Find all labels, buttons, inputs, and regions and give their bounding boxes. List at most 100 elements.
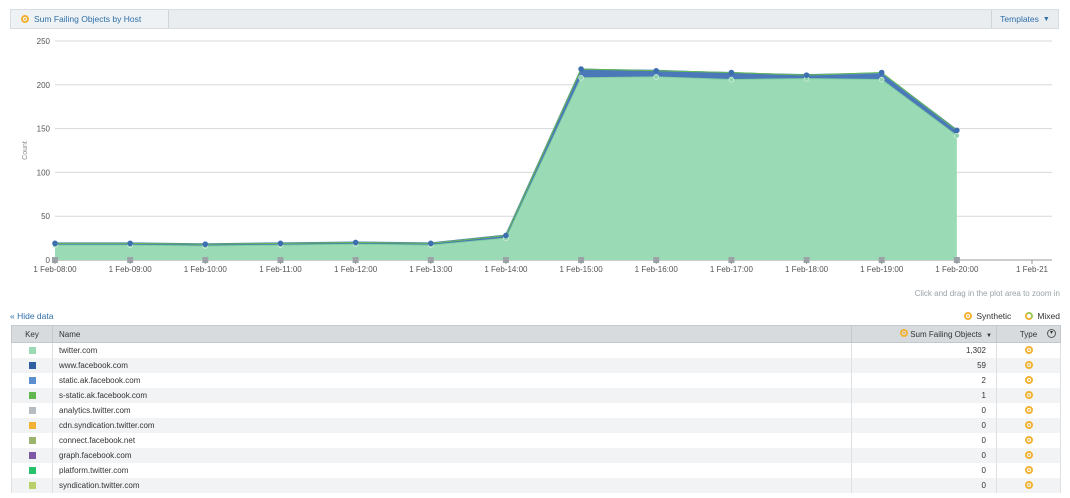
data-point[interactable]: [653, 74, 659, 80]
synthetic-icon: [1024, 360, 1033, 369]
x-tick-label: 1 Feb-13:00: [409, 265, 453, 274]
type-cell: [996, 448, 1061, 463]
sum-value-cell: 1,302: [851, 342, 997, 358]
table-row[interactable]: s-static.ak.facebook.com 1: [11, 388, 1061, 403]
synthetic-icon: [964, 312, 973, 320]
y-tick-label: 150: [37, 125, 51, 134]
type-cell: [996, 463, 1061, 478]
synthetic-icon: [1024, 435, 1033, 444]
data-point[interactable]: [954, 132, 960, 139]
name-column-header[interactable]: Name: [52, 325, 852, 343]
type-cell: [996, 478, 1061, 493]
sum-column-label: Sum Failing Objects: [910, 330, 982, 339]
series-color-swatch[interactable]: [28, 362, 36, 370]
key-cell: [11, 403, 53, 418]
key-cell: [11, 433, 53, 448]
table-row[interactable]: connect.facebook.net 0: [11, 433, 1061, 448]
series-color-swatch[interactable]: [28, 392, 36, 400]
type-cell: [996, 342, 1061, 358]
host-name-cell: cdn.syndication.twitter.com: [52, 418, 852, 433]
data-point[interactable]: [127, 240, 133, 247]
data-point[interactable]: [352, 239, 359, 246]
zoom-hint: Click and drag in the plot area to zoom …: [914, 289, 1060, 298]
type-cell: [996, 418, 1061, 433]
hide-data-link[interactable]: « Hide data: [10, 311, 53, 321]
caret-down-icon: ▼: [1042, 15, 1050, 23]
x-tick-label: 1 Feb-21: [1016, 265, 1049, 274]
type-cell: [996, 373, 1061, 388]
data-point[interactable]: [427, 240, 434, 247]
data-table: Key Name Sum Failing Objects ▼ Type ▾ tw…: [11, 325, 1061, 493]
synthetic-icon: [1024, 390, 1033, 399]
table-row[interactable]: platform.twitter.com 0: [11, 463, 1061, 478]
series-color-swatch[interactable]: [28, 377, 36, 385]
series-color-swatch[interactable]: [28, 422, 36, 430]
y-tick-label: 250: [37, 37, 51, 46]
key-column-header[interactable]: Key: [11, 325, 53, 343]
table-row[interactable]: graph.facebook.com 0: [11, 448, 1061, 463]
series-color-swatch[interactable]: [28, 347, 36, 355]
sum-value-cell: 0: [851, 403, 997, 418]
y-tick-label: 50: [41, 212, 50, 221]
sum-value-cell: 0: [851, 418, 997, 433]
series-color-swatch[interactable]: [28, 437, 36, 445]
host-name-cell: syndication.twitter.com: [52, 478, 852, 493]
type-cell: [996, 358, 1061, 373]
report-title-button[interactable]: Sum Failing Objects by Host: [11, 10, 169, 28]
key-cell: [11, 388, 53, 403]
table-row[interactable]: twitter.com 1,302: [11, 342, 1061, 358]
sum-value-cell: 59: [851, 358, 997, 373]
data-point[interactable]: [728, 76, 735, 83]
sum-value-cell: 0: [851, 478, 997, 493]
data-point[interactable]: [503, 232, 509, 239]
data-point[interactable]: [878, 76, 885, 83]
x-tick-label: 1 Feb-11:00: [259, 265, 302, 274]
series-color-swatch[interactable]: [28, 482, 36, 490]
sort-desc-icon: ▼: [986, 333, 992, 339]
table-row[interactable]: www.facebook.com 59: [11, 358, 1061, 373]
synthetic-icon: [1024, 375, 1033, 384]
templates-dropdown[interactable]: Templates ▼: [991, 10, 1058, 28]
mixed-label: Mixed: [1037, 311, 1060, 321]
data-point[interactable]: [578, 75, 584, 81]
column-menu-icon[interactable]: ▾: [1047, 329, 1056, 338]
series-color-swatch[interactable]: [28, 467, 36, 475]
sum-value-cell: 0: [851, 433, 997, 448]
data-point[interactable]: [52, 240, 58, 247]
series-color-swatch[interactable]: [28, 452, 36, 460]
data-point[interactable]: [202, 241, 209, 248]
sum-column-header[interactable]: Sum Failing Objects ▼: [851, 325, 997, 343]
sum-value-cell: 2: [851, 373, 997, 388]
y-tick-label: 200: [37, 81, 51, 90]
data-point[interactable]: [954, 127, 960, 134]
table-row[interactable]: static.ak.facebook.com 2: [11, 373, 1061, 388]
data-point[interactable]: [277, 240, 284, 247]
synthetic-icon: [899, 329, 908, 337]
data-point[interactable]: [728, 69, 735, 76]
table-row[interactable]: analytics.twitter.com 0: [11, 403, 1061, 418]
sum-value-cell: 0: [851, 463, 997, 478]
table-row[interactable]: syndication.twitter.com 0: [11, 478, 1061, 493]
key-cell: [11, 342, 53, 358]
table-row[interactable]: cdn.syndication.twitter.com 0: [11, 418, 1061, 433]
data-point[interactable]: [878, 69, 885, 76]
type-cell: [996, 388, 1061, 403]
type-cell: [996, 433, 1061, 448]
key-cell: [11, 448, 53, 463]
sum-value-cell: 0: [851, 448, 997, 463]
data-point[interactable]: [653, 67, 660, 74]
area-chart[interactable]: 0 50 100 150 200 250 Count 1 Feb-08:00 1 Feb-09:…: [0, 32, 1070, 282]
series-color-swatch[interactable]: [28, 407, 36, 415]
x-tick-label: 1 Feb-14:00: [484, 265, 528, 274]
host-name-cell: analytics.twitter.com: [52, 403, 852, 418]
y-axis-label: Count: [22, 141, 29, 160]
host-name-cell: static.ak.facebook.com: [52, 373, 852, 388]
data-point[interactable]: [578, 66, 584, 72]
x-tick-label: 1 Feb-17:00: [710, 265, 754, 274]
host-name-cell: graph.facebook.com: [52, 448, 852, 463]
x-tick-label: 1 Feb-09:00: [109, 265, 153, 274]
type-column-header[interactable]: Type ▾: [996, 325, 1061, 343]
series-area[interactable]: [55, 76, 957, 260]
data-point[interactable]: [803, 72, 810, 78]
key-cell: [11, 418, 53, 433]
